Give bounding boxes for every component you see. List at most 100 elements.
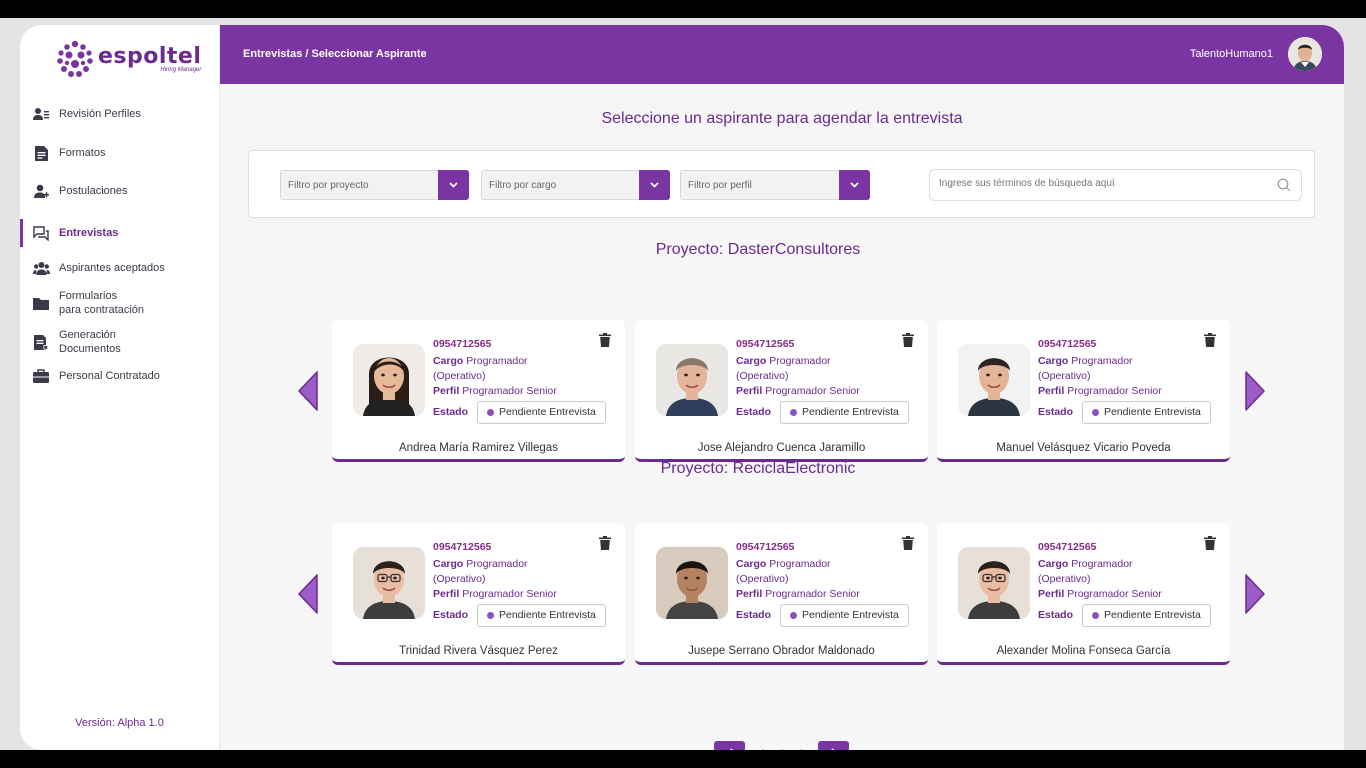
- sidebar-item-1[interactable]: Formatos: [20, 142, 219, 164]
- sidebar-item-label: Revisión Perfiles: [59, 108, 141, 120]
- candidate-id: 0954712565: [433, 541, 492, 553]
- profile-filter-select[interactable]: Filtro por perfil: [680, 170, 870, 200]
- candidate-name: Jose Alejandro Cuenca Jaramillo: [697, 442, 866, 454]
- trash-icon[interactable]: [902, 536, 914, 550]
- perfil-value: Programador Senior: [765, 588, 860, 600]
- brand-logo[interactable]: espoltel Hiring Manager: [56, 39, 201, 79]
- perfil-value: Programador Senior: [765, 385, 860, 397]
- page-number-2[interactable]: 2: [779, 748, 785, 750]
- candidate-card[interactable]: 0954712565 Cargo Programador (Operativo) P…: [937, 523, 1230, 665]
- candidate-card[interactable]: 0954712565 Cargo Programador (Operativo) P…: [937, 320, 1230, 462]
- trash-icon[interactable]: [902, 333, 914, 347]
- candidate-card[interactable]: 0954712565 Cargo Programador (Operativo) P…: [332, 320, 625, 462]
- document-icon: [32, 144, 50, 162]
- candidate-cargo: Cargo Programador (Operativo): [736, 557, 866, 587]
- candidate-name: Andrea María Ramirez Villegas: [399, 442, 558, 454]
- candidate-cargo: Cargo Programador (Operativo): [433, 557, 563, 587]
- next-page-button[interactable]: [818, 741, 849, 750]
- search-box: [929, 169, 1302, 201]
- app-window: espoltel Hiring Manager Revisión Perfile…: [20, 25, 1344, 750]
- candidate-perfil: Perfil Programador Senior: [433, 385, 557, 397]
- project-title: Proyecto: ReciclaElectronic: [660, 460, 856, 477]
- candidate-id: 0954712565: [433, 338, 492, 350]
- page-number-1[interactable]: 1: [760, 748, 766, 750]
- filter-bar: Filtro por proyecto Filtro por cargo Fil…: [248, 150, 1315, 218]
- sidebar-item-label: Postulaciones: [59, 185, 128, 197]
- candidate-estado: Estado: [1038, 609, 1073, 621]
- folder-icon: [32, 294, 50, 312]
- status-badge: Pendiente Entrevista: [1082, 401, 1211, 424]
- chevron-down-icon[interactable]: [639, 170, 670, 200]
- user-avatar[interactable]: [1288, 37, 1322, 71]
- project-filter-select[interactable]: Filtro por proyecto: [280, 170, 469, 200]
- estado-label: Estado: [1038, 406, 1074, 418]
- candidate-id: 0954712565: [1038, 541, 1097, 553]
- cargo-label: Cargo: [736, 355, 767, 367]
- candidate-photo: [958, 547, 1030, 619]
- cargo-label: Cargo: [1038, 558, 1069, 570]
- status-badge: Pendiente Entrevista: [1082, 604, 1211, 627]
- carousel-prev-arrow-icon[interactable]: [297, 371, 319, 411]
- cargo-label: Cargo: [433, 558, 464, 570]
- perfil-label: Perfil: [1038, 385, 1065, 397]
- perfil-value: Programador Senior: [462, 588, 557, 600]
- breadcrumb: Entrevistas / Seleccionar Aspirante: [243, 48, 427, 60]
- sidebar-item-7[interactable]: Personal Contratado: [20, 365, 219, 387]
- candidate-estado: Estado: [736, 406, 771, 418]
- candidate-estado: Estado: [736, 609, 771, 621]
- candidate-card[interactable]: 0954712565 Cargo Programador (Operativo) P…: [635, 320, 928, 462]
- search-icon[interactable]: [1277, 178, 1291, 192]
- candidate-photo: [353, 547, 425, 619]
- briefcase-icon: [32, 367, 50, 385]
- chevron-down-icon[interactable]: [438, 170, 469, 200]
- candidate-cargo: Cargo Programador (Operativo): [433, 354, 563, 384]
- candidate-id: 0954712565: [736, 338, 795, 350]
- brand-name: espoltel: [98, 43, 202, 69]
- page-number-3[interactable]: 3: [798, 748, 804, 750]
- version-label: Versión: Alpha 1.0: [75, 717, 164, 729]
- sidebar-item-5[interactable]: Formularios para contratación: [20, 288, 219, 318]
- candidate-estado: Estado: [433, 609, 468, 621]
- carousel-next-arrow-icon[interactable]: [1244, 371, 1266, 411]
- search-input[interactable]: [939, 178, 1259, 189]
- candidate-photo: [656, 547, 728, 619]
- trash-icon[interactable]: [599, 333, 611, 347]
- estado-label: Estado: [1038, 609, 1074, 621]
- position-filter-label: Filtro por cargo: [489, 180, 557, 191]
- perfil-value: Programador Senior: [462, 385, 557, 397]
- username[interactable]: TalentoHumano1: [1190, 48, 1273, 60]
- trash-icon[interactable]: [1204, 333, 1216, 347]
- sidebar-item-6[interactable]: Generación Documentos: [20, 327, 219, 357]
- candidate-card[interactable]: 0954712565 Cargo Programador (Operativo) P…: [332, 523, 625, 665]
- chevron-right-icon: [830, 747, 835, 750]
- perfil-value: Programador Senior: [1067, 588, 1162, 600]
- candidate-perfil: Perfil Programador Senior: [736, 385, 860, 397]
- candidate-cargo: Cargo Programador (Operativo): [1038, 354, 1168, 384]
- prev-page-button[interactable]: [714, 741, 745, 750]
- logo-mark-icon: [56, 40, 94, 78]
- perfil-label: Perfil: [433, 385, 460, 397]
- candidate-estado: Estado: [433, 406, 468, 418]
- candidate-perfil: Perfil Programador Senior: [736, 588, 860, 600]
- sidebar-item-label: Formatos: [59, 147, 106, 159]
- carousel-prev-arrow-icon[interactable]: [297, 574, 319, 614]
- sidebar-item-4[interactable]: Aspirantes aceptados: [20, 257, 219, 279]
- sidebar-item-3[interactable]: Entrevistas: [20, 219, 219, 247]
- position-filter-select[interactable]: Filtro por cargo: [481, 170, 670, 200]
- document-edit-icon: [32, 333, 50, 351]
- carousel-next-arrow-icon[interactable]: [1244, 574, 1266, 614]
- group-icon: [32, 259, 50, 277]
- page-title: Seleccione un aspirante para agendar la …: [601, 110, 963, 127]
- candidate-perfil: Perfil Programador Senior: [1038, 588, 1162, 600]
- candidate-card[interactable]: 0954712565 Cargo Programador (Operativo) P…: [635, 523, 928, 665]
- trash-icon[interactable]: [1204, 536, 1216, 550]
- perfil-label: Perfil: [1038, 588, 1065, 600]
- cargo-label: Cargo: [433, 355, 464, 367]
- cargo-label: Cargo: [1038, 355, 1069, 367]
- window-frame: espoltel Hiring Manager Revisión Perfile…: [0, 18, 1366, 750]
- sidebar-item-0[interactable]: Revisión Perfiles: [20, 103, 219, 125]
- chevron-down-icon[interactable]: [839, 170, 870, 200]
- candidate-id: 0954712565: [736, 541, 795, 553]
- trash-icon[interactable]: [599, 536, 611, 550]
- sidebar-item-2[interactable]: Postulaciones: [20, 180, 219, 202]
